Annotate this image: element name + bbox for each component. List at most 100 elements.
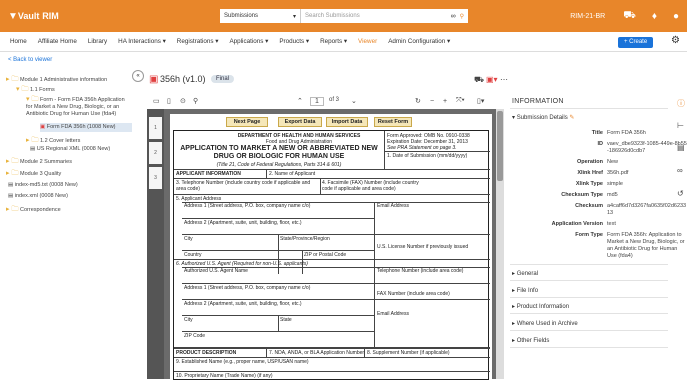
country-field[interactable]: Country xyxy=(184,252,202,258)
address1-field[interactable]: Address 1 (Street address, P.O. box, com… xyxy=(184,203,310,209)
vault-name[interactable]: RIM-21-BR xyxy=(570,13,605,20)
object-selector[interactable]: Submissions ▾ xyxy=(220,9,300,23)
page-layout-icon[interactable]: ▯▾ xyxy=(477,97,484,105)
reset-form-button[interactable]: Reset Form xyxy=(374,117,412,127)
relationships-icon[interactable]: ⊢ xyxy=(677,121,684,130)
form-date-field[interactable]: 1. Date of Submission (mm/dd/yyyy) xyxy=(387,153,487,159)
import-data-button[interactable]: Import Data xyxy=(326,117,368,127)
document-icon[interactable]: ▤ xyxy=(677,143,685,152)
history-icon[interactable]: ↺ xyxy=(677,189,684,198)
thumbnail-page-1[interactable]: 1 xyxy=(149,117,162,139)
pdf-download-icon[interactable]: ▣▾ xyxy=(486,75,498,84)
established-name-field[interactable]: 9. Established Name (e.g., proper name, … xyxy=(176,359,309,365)
file-info-section[interactable]: ▸ File Info xyxy=(512,287,538,294)
tree-node-module-1[interactable]: ▸ 🗀 Module 1 Administrative information xyxy=(6,76,131,84)
binoculars-icon[interactable]: ∞ xyxy=(677,166,683,175)
rotate-icon[interactable]: ↻ xyxy=(415,97,421,105)
info-icon[interactable]: ⓘ xyxy=(677,98,685,109)
gear-icon[interactable]: ⚙ xyxy=(671,35,680,46)
back-to-viewer-link[interactable]: < Back to viewer xyxy=(8,57,52,63)
more-actions-icon[interactable]: ⋯ xyxy=(500,75,508,84)
thumbnail-page-2[interactable]: 2 xyxy=(149,142,162,164)
agent-email-field[interactable]: Email Address xyxy=(377,311,409,317)
pdf-scrollbar[interactable] xyxy=(496,109,504,379)
tree-node-us-regional-xml[interactable]: ▤ US Regional XML (0008 New) xyxy=(30,146,132,153)
nav-products[interactable]: Products ▾ xyxy=(279,38,309,45)
zip-field[interactable]: ZIP or Postal Code xyxy=(304,252,346,258)
status-badge: Final xyxy=(211,75,235,83)
notification-icon[interactable]: ♦ xyxy=(652,11,657,22)
export-data-button[interactable]: Export Data xyxy=(278,117,322,127)
agent-fax-field[interactable]: FAX Number (include area code) xyxy=(377,291,450,297)
nav-ha-interactions[interactable]: HA Interactions ▾ xyxy=(118,38,166,45)
nav-affiliate-home[interactable]: Affiliate Home xyxy=(38,38,77,45)
page-number-input[interactable]: 1 xyxy=(310,96,324,106)
general-section[interactable]: ▸ General xyxy=(512,270,538,277)
location-icon[interactable]: ⊙ xyxy=(180,97,186,105)
address2-field[interactable]: Address 2 (Apartment, suite, unit, build… xyxy=(184,220,302,226)
fax-field[interactable]: 4. Facsimile (FAX) Number (include count… xyxy=(322,180,422,192)
zoom-out-icon[interactable]: − xyxy=(430,98,434,105)
agent-address1-field[interactable]: Address 1 (Street address, P.O. box, com… xyxy=(184,285,310,291)
collapse-panel-button[interactable]: « xyxy=(132,70,144,82)
tree-node-index-md5[interactable]: ▤ index-md5.txt (0008 New) xyxy=(8,182,133,189)
application-number-field[interactable]: 7. NDA, ANDA, or BLA Application Number xyxy=(269,350,364,356)
license-field[interactable]: U.S. License Number if previously issued xyxy=(377,244,468,250)
form-title-line1: APPLICATION TO MARKET A NEW OR ABBREVIAT… xyxy=(180,145,378,152)
next-page-button[interactable]: Next Page xyxy=(226,117,268,127)
page-total: of 3 xyxy=(329,97,340,103)
state-field[interactable]: State/Province/Region xyxy=(280,236,330,242)
tree-node-cover-letters[interactable]: ▸ 🗀 1.2 Cover letters xyxy=(26,137,132,145)
agent-address2-field[interactable]: Address 2 (Apartment, suite, unit, build… xyxy=(184,301,302,307)
create-button[interactable]: + Create xyxy=(618,37,654,48)
email-field[interactable]: Email Address xyxy=(377,203,409,209)
chat-icon[interactable]: ▭ xyxy=(153,97,160,105)
search-input[interactable]: Search Submissions ∞ ⚲ xyxy=(300,9,468,23)
nav-viewer[interactable]: Viewer xyxy=(358,38,377,45)
nav-reports[interactable]: Reports ▾ xyxy=(320,38,347,45)
product-information-section[interactable]: ▸ Product Information xyxy=(512,303,569,310)
cart-icon[interactable]: ⛟ xyxy=(474,75,484,85)
agent-city-field[interactable]: City xyxy=(184,317,193,323)
scrollbar-thumb[interactable] xyxy=(497,111,503,181)
agent-state-field[interactable]: State xyxy=(280,317,292,323)
agent-telephone-field[interactable]: Telephone Number (include area code) xyxy=(377,268,463,274)
cart-icon[interactable]: ⛟ xyxy=(623,10,636,23)
bookmark-icon[interactable]: ▯ xyxy=(167,97,171,105)
supplement-number-field[interactable]: 8. Supplement Number (if applicable) xyxy=(367,350,450,356)
zoom-search-icon[interactable]: ⚲ xyxy=(193,97,198,105)
tree-node-forms[interactable]: ▾ 🗀 1.1 Forms xyxy=(16,86,131,94)
agent-name-field[interactable]: Authorized U.S. Agent Name xyxy=(184,268,248,274)
edit-icon[interactable]: ✎ xyxy=(569,115,574,121)
thumbnail-page-3[interactable]: 3 xyxy=(149,167,162,189)
tree-node-form-356h[interactable]: ▾ 🗀 Form - Form FDA 356h Application for… xyxy=(26,96,132,118)
vault-logo[interactable]: ▼Vault RIM xyxy=(8,11,208,22)
other-fields-section[interactable]: ▸ Other Fields xyxy=(512,337,549,344)
fit-icon[interactable]: ⤧▾ xyxy=(456,97,465,105)
zoom-in-icon[interactable]: + xyxy=(443,98,447,105)
agent-zip-field[interactable]: ZIP Code xyxy=(184,333,205,339)
top-bar: ▼Vault RIM Submissions ▾ Search Submissio… xyxy=(0,0,687,32)
nav-registrations[interactable]: Registrations ▾ xyxy=(177,38,219,45)
user-icon[interactable]: ● xyxy=(673,11,679,22)
nav-library[interactable]: Library xyxy=(88,38,107,45)
nav-admin-configuration[interactable]: Admin Configuration ▾ xyxy=(388,38,450,45)
prev-page-icon[interactable]: ⌃ xyxy=(297,97,303,105)
tree-node-form-fda-356h-selected[interactable]: ▣ Form FDA 356h (1008 New) xyxy=(40,123,132,132)
binoculars-icon[interactable]: ∞ xyxy=(451,13,456,20)
folder-icon: ▸ 🗀 xyxy=(26,137,39,144)
tree-node-index-xml[interactable]: ▤ index.xml (0008 New) xyxy=(8,193,133,200)
proprietary-name-field[interactable]: 10. Proprietary Name (Trade Name) (if an… xyxy=(176,373,273,379)
search-icon[interactable]: ⚲ xyxy=(460,13,464,20)
telephone-field[interactable]: 3. Telephone Number (include country cod… xyxy=(176,180,318,192)
tree-node-correspondence[interactable]: ▸ 🗀 Correspondence xyxy=(6,206,131,214)
submission-details-section[interactable]: ▾ Submission Details ✎ xyxy=(512,114,574,121)
tree-node-module-3[interactable]: ▸ 🗀 Module 3 Quality xyxy=(6,170,131,178)
tree-node-module-2[interactable]: ▸ 🗀 Module 2 Summaries xyxy=(6,158,131,166)
nav-home[interactable]: Home xyxy=(10,38,27,45)
where-used-in-archive-section[interactable]: ▸ Where Used in Archive xyxy=(512,320,578,327)
nav-applications[interactable]: Applications ▾ xyxy=(229,38,268,45)
next-page-icon[interactable]: ⌄ xyxy=(351,97,357,105)
city-field[interactable]: City xyxy=(184,236,193,242)
applicant-name-field[interactable]: 2. Name of Applicant xyxy=(269,171,315,177)
